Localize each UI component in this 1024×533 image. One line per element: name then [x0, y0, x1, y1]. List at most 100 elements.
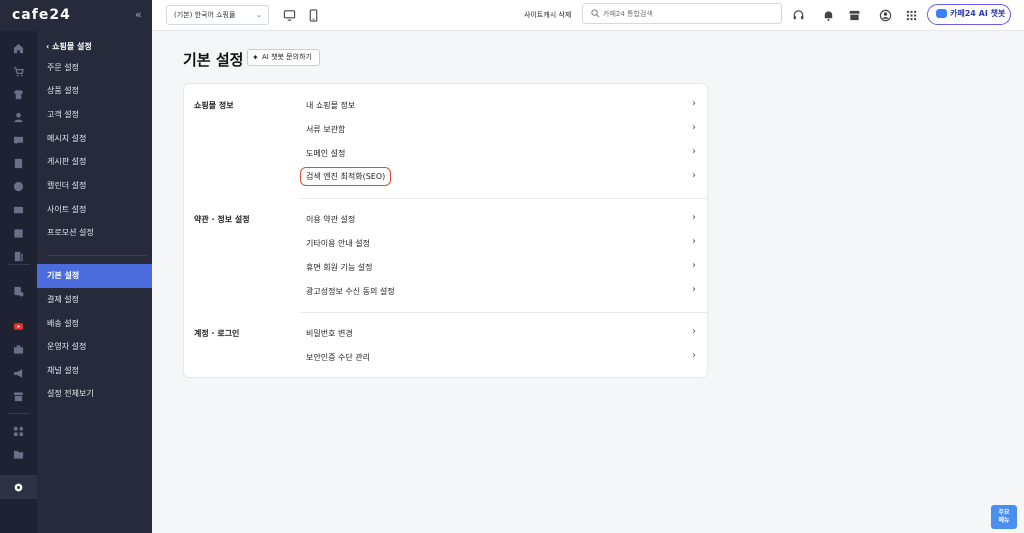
chart-icon[interactable]	[11, 226, 25, 240]
search-icon	[591, 9, 600, 18]
chevron-down-icon: ⌄	[256, 11, 262, 19]
notification-bell-icon[interactable]	[821, 8, 835, 22]
quick-menu-line1: 주요	[998, 509, 1010, 516]
logo-bar: cafe24 «	[0, 0, 152, 31]
account-icon[interactable]	[878, 8, 892, 22]
settings-row-ad-consent[interactable]: 광고성정보 수신 동의 설정 ›	[300, 282, 700, 302]
sidebar-item-channel[interactable]: 채널 설정	[37, 359, 152, 383]
row-label: 휴면 회원 기능 설정	[306, 263, 373, 272]
folder-icon[interactable]	[11, 447, 25, 461]
chevron-right-icon: ›	[692, 98, 696, 109]
sidebar-item-product[interactable]: 상품 설정	[37, 79, 152, 103]
settings-card: 쇼핑몰 정보 내 쇼핑몰 정보 › 서류 보관함 › 도메인 설정 › 검색 엔…	[183, 83, 708, 378]
cafe24-logo[interactable]: cafe24	[12, 7, 71, 23]
palette-icon[interactable]	[11, 179, 25, 193]
menu-back-link[interactable]: ‹ 쇼핑몰 설정	[46, 41, 92, 52]
page-title: 기본 설정	[183, 51, 244, 69]
clear-site-cache-link[interactable]: 사이트캐시 삭제	[524, 10, 571, 20]
mobile-preview-icon[interactable]	[306, 8, 320, 22]
row-label: 광고성정보 수신 동의 설정	[306, 287, 395, 296]
row-label: 보안인증 수단 관리	[306, 353, 370, 362]
sidebar-item-all-settings[interactable]: 설정 전체보기	[37, 382, 152, 406]
book-icon[interactable]	[11, 249, 25, 263]
settings-row-domain[interactable]: 도메인 설정 ›	[300, 144, 700, 164]
chevron-right-icon: ›	[692, 284, 696, 295]
sidebar-item-shipping[interactable]: 배송 설정	[37, 312, 152, 336]
row-label: 내 쇼핑몰 정보	[306, 101, 356, 110]
chevron-right-icon: ›	[692, 326, 696, 337]
gear-icon[interactable]	[0, 475, 37, 499]
sidebar-item-promotion[interactable]: 프로모션 설정	[37, 221, 152, 245]
home-icon[interactable]	[11, 41, 25, 55]
section-title-account-login: 계정 · 로그인	[194, 329, 240, 338]
sidebar-item-order[interactable]: 주문 설정	[37, 56, 152, 80]
cart-icon[interactable]	[11, 64, 25, 78]
chevron-right-icon: ›	[692, 260, 696, 271]
chatbot-icon	[936, 9, 947, 18]
sidebar-item-calendar[interactable]: 캘린더 설정	[37, 174, 152, 198]
mall-select[interactable]: (기본) 한국어 쇼핑몰 ⌄	[166, 5, 269, 25]
ai-chatbot-inquiry-button[interactable]: ✦ AI 챗봇 문의하기	[247, 49, 320, 66]
settings-row-seo[interactable]: 검색 엔진 최적화(SEO) ›	[300, 167, 700, 188]
cafe24-ai-chatbot-button[interactable]: 카페24 AI 챗봇	[927, 4, 1011, 25]
row-label: 서류 보관함	[306, 125, 346, 134]
ai-button-label: 카페24 AI 챗봇	[950, 9, 1006, 18]
board-icon[interactable]	[11, 156, 25, 170]
collapse-sidebar-button[interactable]: «	[135, 8, 142, 21]
sidebar-item-operator[interactable]: 운영자 설정	[37, 335, 152, 359]
settings-row-terms[interactable]: 이용 약관 설정 ›	[300, 210, 700, 230]
row-label: 도메인 설정	[306, 149, 346, 158]
quick-menu-line2: 메뉴	[998, 517, 1010, 524]
mall-select-value: (기본) 한국어 쇼핑몰	[174, 11, 236, 19]
chat-icon[interactable]	[11, 133, 25, 147]
row-label: 이용 약관 설정	[306, 215, 356, 224]
megaphone-icon[interactable]	[11, 366, 25, 380]
sidebar-item-payment[interactable]: 결제 설정	[37, 288, 152, 312]
top-bar: (기본) 한국어 쇼핑몰 ⌄ 사이트캐시 삭제 카페24 AI 챗봇	[152, 0, 1024, 31]
headset-icon[interactable]	[791, 8, 805, 22]
sidebar-item-message[interactable]: 메시지 설정	[37, 127, 152, 151]
menu-divider	[47, 255, 147, 256]
sidebar-item-board[interactable]: 게시판 설정	[37, 150, 152, 174]
section-divider	[300, 198, 708, 199]
rail-divider	[8, 413, 30, 414]
shirt-icon[interactable]	[11, 87, 25, 101]
receipt-icon[interactable]	[11, 284, 25, 298]
store-icon[interactable]	[11, 389, 25, 403]
apps-grid-icon[interactable]	[904, 8, 918, 22]
monitor-icon[interactable]	[11, 203, 25, 217]
settings-row-dormant-member[interactable]: 휴면 회원 기능 설정 ›	[300, 258, 700, 278]
user-icon[interactable]	[11, 110, 25, 124]
chat-button-label: AI 챗봇 문의하기	[262, 53, 312, 61]
settings-row-other-usage-guide[interactable]: 기타이용 안내 설정 ›	[300, 234, 700, 254]
row-label: 기타이용 안내 설정	[306, 239, 370, 248]
briefcase-icon[interactable]	[11, 342, 25, 356]
youtube-icon[interactable]	[11, 319, 25, 333]
settings-row-my-mall-info[interactable]: 내 쇼핑몰 정보 ›	[300, 96, 700, 116]
menu-back-label: 쇼핑몰 설정	[52, 42, 92, 51]
section-divider	[300, 312, 708, 313]
settings-row-security-auth[interactable]: 보안인증 수단 관리 ›	[300, 348, 700, 368]
section-title-terms-info: 약관 · 정보 설정	[194, 215, 250, 224]
icon-rail	[0, 31, 37, 533]
apps-icon[interactable]	[11, 424, 25, 438]
sidebar-item-site[interactable]: 사이트 설정	[37, 198, 152, 222]
chevron-right-icon: ›	[692, 212, 696, 223]
chevron-right-icon: ›	[692, 170, 696, 181]
chevron-right-icon: ›	[692, 350, 696, 361]
store-front-icon[interactable]	[847, 8, 861, 22]
quick-menu-button[interactable]: 주요 메뉴	[991, 505, 1017, 529]
sparkle-icon: ✦	[252, 53, 259, 62]
pc-preview-icon[interactable]	[282, 8, 296, 22]
row-label: 비밀번호 변경	[306, 329, 353, 338]
global-search[interactable]	[582, 3, 782, 24]
chevron-right-icon: ›	[692, 122, 696, 133]
search-input[interactable]	[603, 7, 773, 20]
row-label: 검색 엔진 최적화(SEO)	[300, 167, 392, 186]
settings-row-document-storage[interactable]: 서류 보관함 ›	[300, 120, 700, 140]
chevron-right-icon: ›	[692, 236, 696, 247]
sidebar-item-basic[interactable]: 기본 설정	[37, 264, 152, 288]
settings-row-change-password[interactable]: 비밀번호 변경 ›	[300, 324, 700, 344]
sidebar-item-customer[interactable]: 고객 설정	[37, 103, 152, 127]
sidebar: cafe24 « ‹ 쇼핑몰 설정 주문 설정 상품 설정 고객 설정 메시지 …	[0, 0, 152, 533]
